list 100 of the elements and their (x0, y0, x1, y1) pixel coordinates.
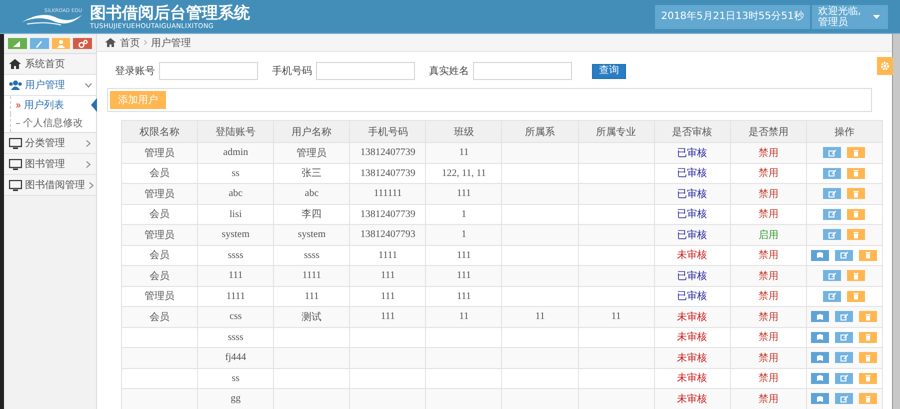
review-button[interactable] (811, 352, 830, 364)
delete-button[interactable] (859, 250, 878, 261)
chevron-icon (86, 140, 91, 146)
table-cell: 13812407739 (350, 142, 426, 163)
book-icon (816, 312, 824, 321)
delete-button[interactable] (859, 352, 878, 364)
review-button[interactable] (811, 393, 830, 404)
column-header: 手机号码 (350, 120, 426, 142)
delete-button[interactable] (859, 372, 878, 384)
edit-button[interactable] (823, 290, 842, 302)
users-icon (9, 80, 22, 90)
edit-button[interactable] (835, 352, 854, 364)
edit-button[interactable] (835, 332, 854, 343)
chevron-icon (85, 82, 92, 88)
delete-button[interactable] (847, 168, 866, 179)
chart-icon (12, 38, 22, 48)
edit-icon (828, 210, 836, 218)
edit-button[interactable] (835, 393, 854, 404)
audit-status: 已审核 (654, 142, 730, 163)
table-cell: 1 (426, 224, 502, 245)
monitor-icon (9, 138, 22, 148)
review-button[interactable] (811, 311, 830, 322)
trash-icon (852, 292, 860, 300)
shortcut-button[interactable] (73, 38, 92, 49)
chevron-icon (86, 160, 91, 168)
input-field[interactable] (316, 62, 415, 80)
delete-button[interactable] (847, 147, 866, 158)
review-button[interactable] (811, 332, 830, 343)
shortcut-button[interactable] (52, 38, 70, 49)
menu-label: 图书管理 (25, 158, 65, 171)
dash-icon (16, 122, 20, 124)
submenu-item[interactable]: 用户列表 (10, 96, 96, 114)
table-cell: 111 (198, 266, 274, 286)
table-cell: system (198, 224, 274, 245)
delete-button[interactable] (847, 270, 866, 282)
column-header: 班级 (426, 120, 502, 142)
delete-button[interactable] (847, 208, 866, 220)
edit-icon (840, 333, 848, 342)
gears-icon (78, 38, 88, 48)
field-label: 登录账号 (115, 64, 155, 78)
trash-icon (852, 148, 860, 157)
edit-icon (840, 394, 848, 403)
home-icon (105, 38, 116, 47)
settings-button[interactable] (877, 57, 893, 75)
edit-button[interactable] (835, 250, 854, 261)
table-cell: 管理员 (122, 224, 198, 245)
table-cell: 会员 (122, 306, 198, 327)
delete-button[interactable] (847, 188, 866, 200)
trash-icon (852, 169, 860, 178)
input-field[interactable] (473, 62, 572, 80)
column-header: 登陆账号 (198, 120, 274, 142)
trash-icon (864, 394, 872, 403)
book-icon (816, 333, 824, 342)
delete-button[interactable] (847, 229, 866, 240)
shortcut-button[interactable] (30, 38, 48, 49)
edit-icon (828, 190, 836, 198)
delete-button[interactable] (859, 311, 878, 322)
audit-status: 已审核 (654, 266, 730, 286)
delete-button[interactable] (859, 393, 878, 404)
menu-label: 系统首页 (25, 58, 65, 71)
table-cell: css (198, 306, 274, 327)
welcome-text: 欢迎光临, (818, 6, 861, 16)
trash-icon (864, 312, 872, 321)
edit-icon (828, 169, 836, 178)
home-icon (9, 59, 21, 69)
review-button[interactable] (811, 372, 830, 384)
edit-button[interactable] (823, 168, 842, 179)
edit-button[interactable] (823, 229, 842, 240)
input-field[interactable] (159, 62, 258, 80)
column-header: 权限名称 (122, 120, 198, 142)
book-icon (816, 374, 824, 382)
edit-button[interactable] (835, 311, 854, 322)
enable-status: 禁用 (730, 388, 806, 409)
edit-button[interactable] (823, 208, 842, 220)
scrollbar[interactable] (892, 34, 900, 409)
edit-button[interactable] (835, 372, 854, 384)
table-cell: 11 (426, 306, 502, 327)
shortcut-button[interactable] (8, 38, 27, 49)
review-button[interactable] (811, 250, 830, 261)
submenu-item[interactable]: 个人信息修改 (10, 114, 96, 132)
table-cell: 111 (350, 266, 426, 286)
table-cell: 11 (502, 306, 578, 327)
table-cell: abc (198, 184, 274, 204)
trash-icon (864, 251, 872, 260)
menu-item[interactable]: 用户管理 (4, 75, 96, 96)
trash-icon (864, 374, 872, 382)
trash-icon (852, 190, 860, 198)
edit-icon (840, 251, 848, 260)
search-button[interactable]: 查询 (592, 64, 626, 78)
edit-icon (840, 312, 848, 321)
breadcrumb-link[interactable]: 首页 (120, 36, 140, 50)
edit-button[interactable] (823, 270, 842, 282)
enable-status: 禁用 (730, 306, 806, 327)
delete-button[interactable] (847, 290, 866, 302)
trash-icon (864, 354, 872, 362)
edit-button[interactable] (823, 147, 842, 158)
settings-icon (880, 61, 890, 71)
delete-button[interactable] (859, 332, 878, 343)
edit-button[interactable] (823, 188, 842, 200)
breadcrumb-current: 用户管理 (151, 36, 191, 50)
